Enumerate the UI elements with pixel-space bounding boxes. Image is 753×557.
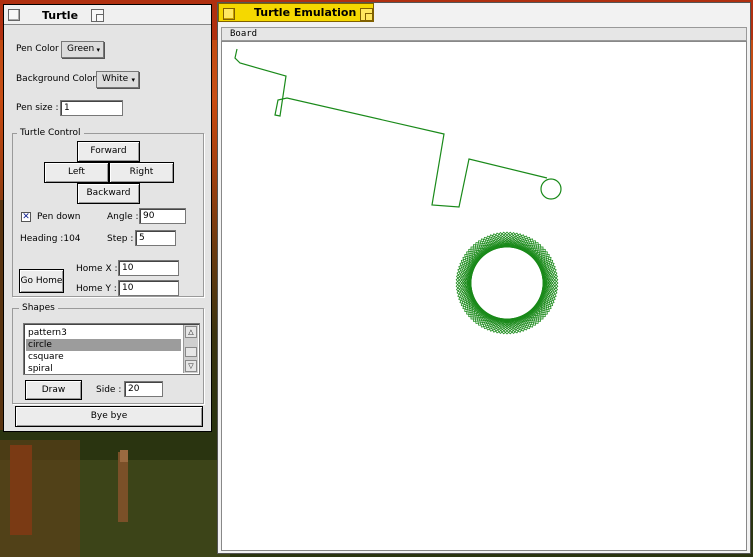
turtle-panel-window: Turtle Pen Color Green ▾ Background Colo… (3, 4, 212, 432)
star-square (457, 233, 557, 333)
drawing-board[interactable] (221, 41, 747, 551)
pen-down-checkbox[interactable]: ✕ (21, 212, 31, 222)
home-x-label: Home X : (76, 264, 118, 274)
list-item[interactable]: spiral (26, 363, 181, 375)
background-color-label: Background Color (16, 74, 97, 84)
list-item[interactable]: pattern3 (26, 327, 181, 339)
star-square (459, 235, 555, 331)
angle-label: Angle : (107, 212, 139, 222)
forward-button[interactable]: Forward (77, 141, 140, 162)
shapes-title: Shapes (19, 303, 58, 313)
draw-button[interactable]: Draw (25, 380, 82, 400)
star-square (456, 232, 558, 334)
zoom-box-icon[interactable] (91, 9, 104, 22)
scroll-thumb[interactable] (185, 347, 197, 357)
background-color-select[interactable]: White ▾ (96, 71, 139, 88)
square-star-pattern (455, 231, 559, 335)
bye-bye-button[interactable]: Bye bye (15, 406, 203, 427)
pen-size-label: Pen size : (16, 103, 59, 113)
star-square (455, 231, 559, 335)
star-square (455, 231, 559, 335)
step-input[interactable]: 5 (135, 230, 176, 246)
side-input[interactable]: 20 (124, 381, 163, 397)
home-y-label: Home Y : (76, 284, 117, 294)
turtle-panel-title: Turtle (42, 9, 79, 22)
shapes-scrollbar[interactable]: △ ▽ (183, 325, 198, 373)
backward-button[interactable]: Backward (77, 183, 140, 204)
background-color-value: White (102, 74, 129, 84)
scroll-down-icon[interactable]: ▽ (185, 360, 197, 372)
right-button[interactable]: Right (109, 162, 174, 183)
side-label: Side : (96, 385, 122, 395)
list-item[interactable]: csquare (26, 351, 181, 363)
turtle-path (234, 48, 548, 208)
pen-color-select[interactable]: Green ▾ (61, 41, 104, 58)
turtle-panel-titlebar[interactable]: Turtle (4, 5, 211, 25)
pen-color-value: Green (67, 44, 95, 54)
emulation-titlebar[interactable]: Turtle Emulation (218, 3, 374, 22)
emulation-title: Turtle Emulation (254, 6, 357, 19)
chevron-down-icon: ▾ (131, 76, 135, 84)
pen-color-label: Pen Color (16, 44, 59, 54)
turtle-circle (540, 178, 562, 200)
close-box-icon[interactable] (8, 9, 20, 21)
star-square (455, 231, 559, 335)
pen-down-label: Pen down (37, 212, 81, 222)
board-header: Board (221, 27, 747, 41)
star-square (455, 231, 559, 335)
zoom-box-icon[interactable] (360, 8, 373, 21)
home-y-input[interactable]: 10 (118, 280, 179, 296)
board-label: Board (230, 29, 258, 39)
step-label: Step : (107, 234, 134, 244)
shapes-list[interactable]: pattern3 circle csquare spiral △ ▽ (23, 323, 200, 375)
angle-input[interactable]: 90 (139, 208, 186, 224)
star-square (457, 233, 557, 333)
list-item-selected[interactable]: circle (26, 339, 181, 351)
go-home-button[interactable]: Go Home (19, 269, 64, 293)
heading-readout: Heading :104 (20, 234, 81, 244)
turtle-emulation-window: Turtle Emulation Board (217, 2, 751, 554)
left-button[interactable]: Left (44, 162, 109, 183)
scroll-up-icon[interactable]: △ (185, 326, 197, 338)
star-square (456, 232, 558, 334)
star-square (459, 235, 555, 331)
pen-size-input[interactable]: 1 (60, 100, 123, 116)
chevron-down-icon: ▾ (96, 46, 100, 54)
home-x-input[interactable]: 10 (118, 260, 179, 276)
turtle-control-title: Turtle Control (17, 128, 84, 138)
close-box-icon[interactable] (223, 8, 235, 20)
